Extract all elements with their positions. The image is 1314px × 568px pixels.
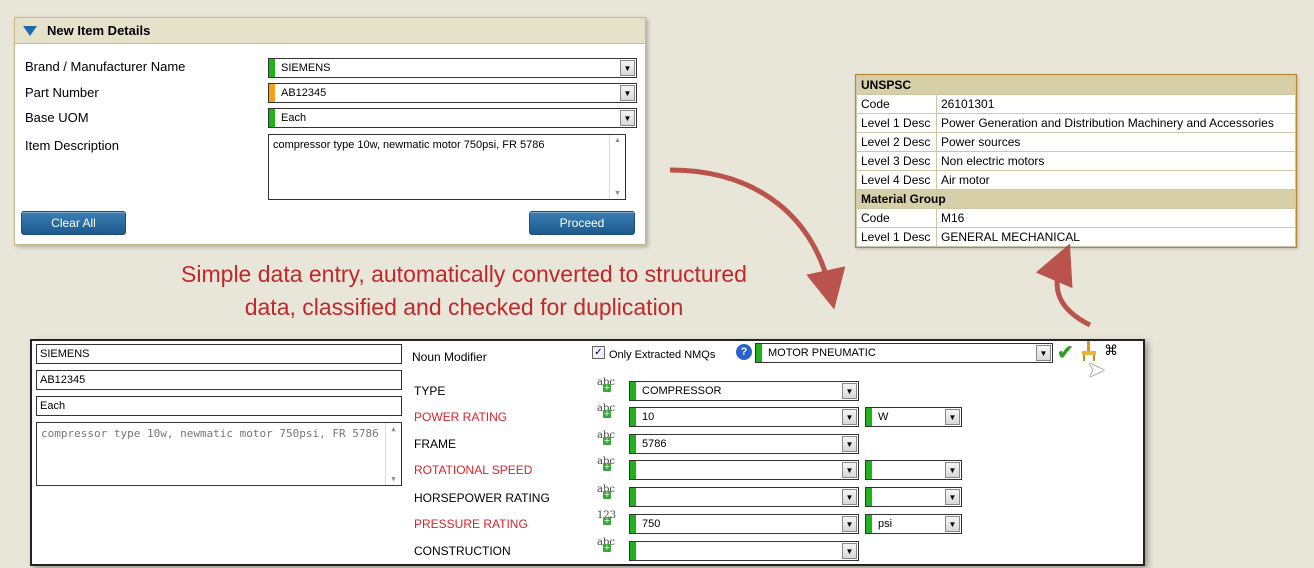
status-marker [866, 408, 872, 426]
attr-power-rating-label: POWER RATING [414, 410, 508, 424]
status-marker [630, 515, 636, 533]
description-value: compressor type 10w, newmatic motor 750p… [41, 427, 379, 440]
noun-modifier-label: Noun Modifier [412, 350, 487, 364]
chevron-down-icon[interactable]: ▼ [945, 489, 960, 505]
status-marker [630, 461, 636, 479]
attr-pressure-rating-value: 750 [642, 518, 661, 530]
attr-type-value: COMPRESSOR [642, 385, 722, 397]
attr-frame-select[interactable]: 5786 ▼ [629, 434, 859, 454]
text-type-icon: abc + [597, 430, 615, 445]
text-type-icon: abc + [597, 377, 615, 392]
uom-input[interactable]: Each [36, 396, 402, 416]
text-type-icon: abc + [597, 403, 615, 418]
text-type-icon: abc + [597, 537, 615, 552]
status-marker [630, 542, 636, 560]
attr-pressure-rating-select[interactable]: 750 ▼ [629, 514, 859, 534]
caption: Simple data entry, automatically convert… [0, 258, 928, 324]
help-icon[interactable]: ? [736, 344, 752, 360]
chevron-down-icon[interactable]: ▼ [945, 516, 960, 532]
status-marker [630, 435, 636, 453]
attr-frame-label: FRAME [414, 437, 456, 451]
attr-construction-select[interactable]: ▼ [629, 541, 859, 561]
attr-horsepower-rating-select[interactable]: ▼ [629, 487, 859, 507]
chevron-down-icon[interactable]: ▼ [842, 409, 857, 425]
chevron-down-icon[interactable]: ▼ [842, 383, 857, 399]
structured-data-panel: SIEMENS AB12345 Each compressor type 10w… [30, 339, 1145, 566]
binoculars-icon[interactable]: ⌘ [1104, 342, 1118, 359]
attr-pressure-rating-label: PRESSURE RATING [414, 517, 528, 531]
cursor-icon: ➤ [1087, 357, 1106, 382]
attr-power-rating-select[interactable]: 10 ▼ [629, 407, 859, 427]
text-type-icon: abc + [597, 456, 615, 471]
attr-type-label: TYPE [414, 384, 446, 398]
brand-input[interactable]: SIEMENS [36, 344, 402, 364]
attr-power-rating-unit: W [878, 411, 889, 423]
chevron-down-icon[interactable]: ▼ [1036, 345, 1051, 361]
only-extracted-checkbox[interactable]: ✓ [592, 346, 605, 359]
attr-rotational-speed-label: ROTATIONAL SPEED [414, 463, 533, 477]
description-textarea[interactable]: compressor type 10w, newmatic motor 750p… [36, 422, 402, 486]
status-marker [630, 382, 636, 400]
chevron-down-icon[interactable]: ▼ [945, 409, 960, 425]
part-number-input[interactable]: AB12345 [36, 370, 402, 390]
attr-frame-value: 5786 [642, 438, 667, 450]
status-marker [866, 515, 872, 533]
attr-rotational-speed-unit-select[interactable]: ▼ [865, 460, 962, 480]
status-marker [756, 344, 762, 362]
scrollbar[interactable]: ▲ ▼ [385, 423, 401, 485]
text-type-icon: abc + [597, 484, 615, 499]
attr-type-select[interactable]: COMPRESSOR ▼ [629, 381, 859, 401]
noun-modifier-value: MOTOR PNEUMATIC [768, 347, 876, 359]
caption-line-1: Simple data entry, automatically convert… [181, 261, 747, 287]
attr-power-rating-unit-select[interactable]: W ▼ [865, 407, 962, 427]
checkmark-icon[interactable]: ✔ [1057, 340, 1074, 365]
status-marker [866, 488, 872, 506]
attr-construction-label: CONSTRUCTION [414, 544, 511, 558]
chevron-down-icon[interactable]: ▼ [842, 462, 857, 478]
status-marker [630, 408, 636, 426]
attr-horsepower-rating-label: HORSEPOWER RATING [414, 491, 550, 505]
attr-pressure-rating-unit: psi [878, 518, 893, 530]
noun-modifier-select[interactable]: MOTOR PNEUMATIC ▼ [755, 343, 1053, 363]
arrow-to-unspsc [1035, 243, 1092, 328]
caption-line-2: data, classified and checked for duplica… [244, 294, 684, 320]
chevron-down-icon[interactable]: ▼ [842, 516, 857, 532]
numeric-type-icon: 123 + [597, 510, 617, 525]
chevron-down-icon[interactable]: ▼ [842, 543, 857, 559]
attr-power-rating-value: 10 [642, 411, 655, 423]
attr-pressure-rating-unit-select[interactable]: psi ▼ [865, 514, 962, 534]
chevron-down-icon[interactable]: ▼ [842, 436, 857, 452]
chevron-down-icon[interactable]: ▼ [945, 462, 960, 478]
status-marker [866, 461, 872, 479]
status-marker [630, 488, 636, 506]
chevron-down-icon[interactable]: ▼ [842, 489, 857, 505]
attr-horsepower-rating-unit-select[interactable]: ▼ [865, 487, 962, 507]
attr-rotational-speed-select[interactable]: ▼ [629, 460, 859, 480]
only-extracted-label: Only Extracted NMQs [609, 349, 716, 361]
